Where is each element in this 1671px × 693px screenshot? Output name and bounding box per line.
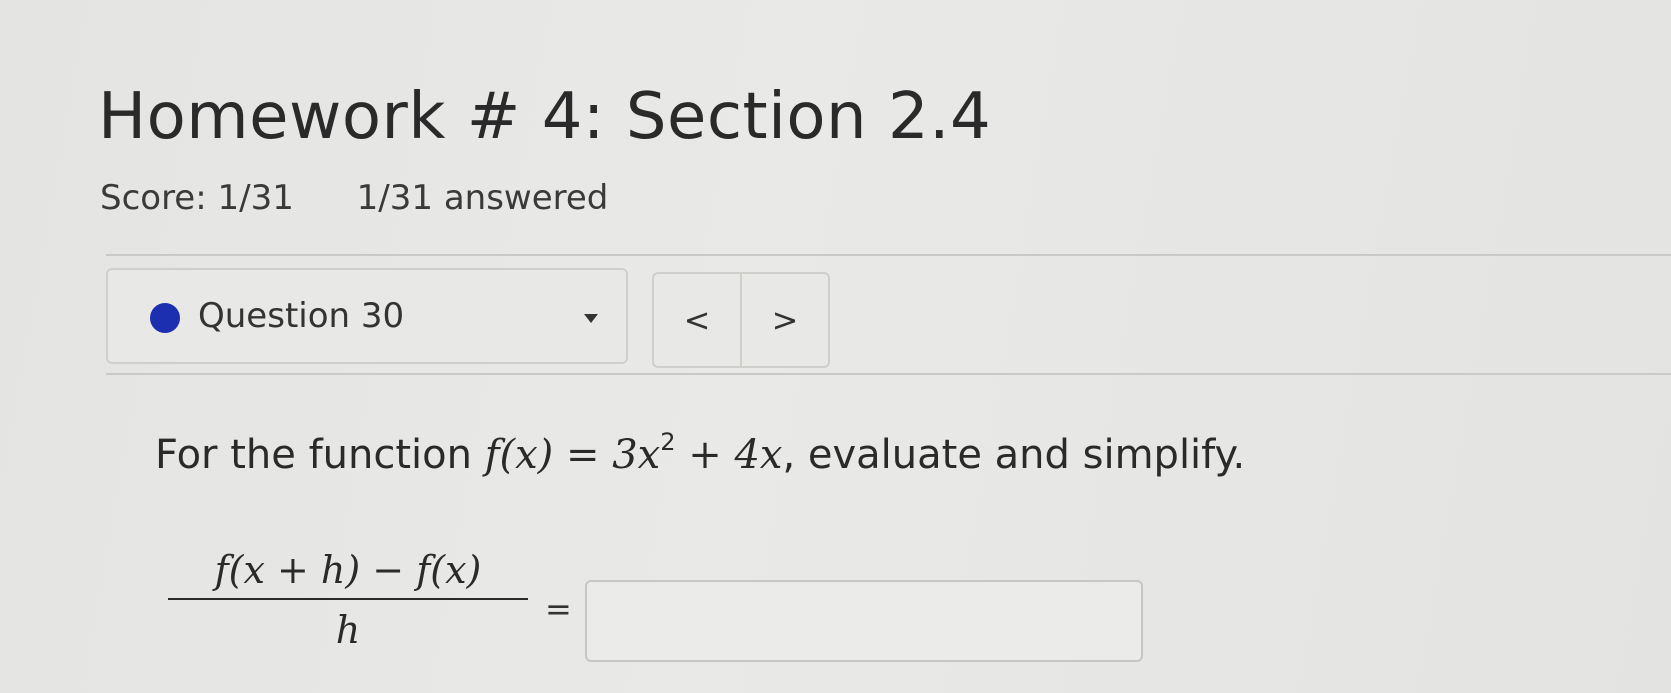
question-prompt: For the function f(x) = 3x2 + 4x, evalua… bbox=[155, 428, 1245, 478]
previous-question-button[interactable]: < bbox=[654, 274, 740, 366]
chevron-down-icon bbox=[584, 314, 598, 323]
function-lhs: f(x) = 3x bbox=[484, 432, 661, 478]
score-row: Score: 1/31 1/31 answered bbox=[100, 178, 608, 218]
divider-bottom bbox=[106, 373, 1671, 375]
equals-sign: = bbox=[545, 590, 572, 628]
function-rhs: + 4x bbox=[675, 432, 783, 478]
question-select-label: Question 30 bbox=[198, 296, 405, 336]
prompt-tail: , evaluate and simplify. bbox=[782, 432, 1246, 478]
fraction-numerator: f(x + h) − f(x) bbox=[168, 548, 528, 600]
difference-quotient: f(x + h) − f(x) h bbox=[168, 548, 528, 652]
next-question-button[interactable]: > bbox=[740, 274, 828, 366]
question-select[interactable]: Question 30 bbox=[106, 268, 628, 364]
function-exponent: 2 bbox=[660, 428, 676, 456]
question-nav-buttons: < > bbox=[652, 272, 830, 368]
prompt-lead: For the function bbox=[155, 432, 485, 478]
answer-input[interactable] bbox=[585, 580, 1143, 662]
divider-top bbox=[106, 254, 1671, 256]
question-status-dot-icon bbox=[150, 303, 180, 333]
answered-count: 1/31 answered bbox=[356, 178, 609, 218]
score-text: Score: 1/31 bbox=[100, 178, 294, 218]
page-title: Homework # 4: Section 2.4 bbox=[98, 80, 992, 154]
fraction-denominator: h bbox=[335, 608, 361, 652]
